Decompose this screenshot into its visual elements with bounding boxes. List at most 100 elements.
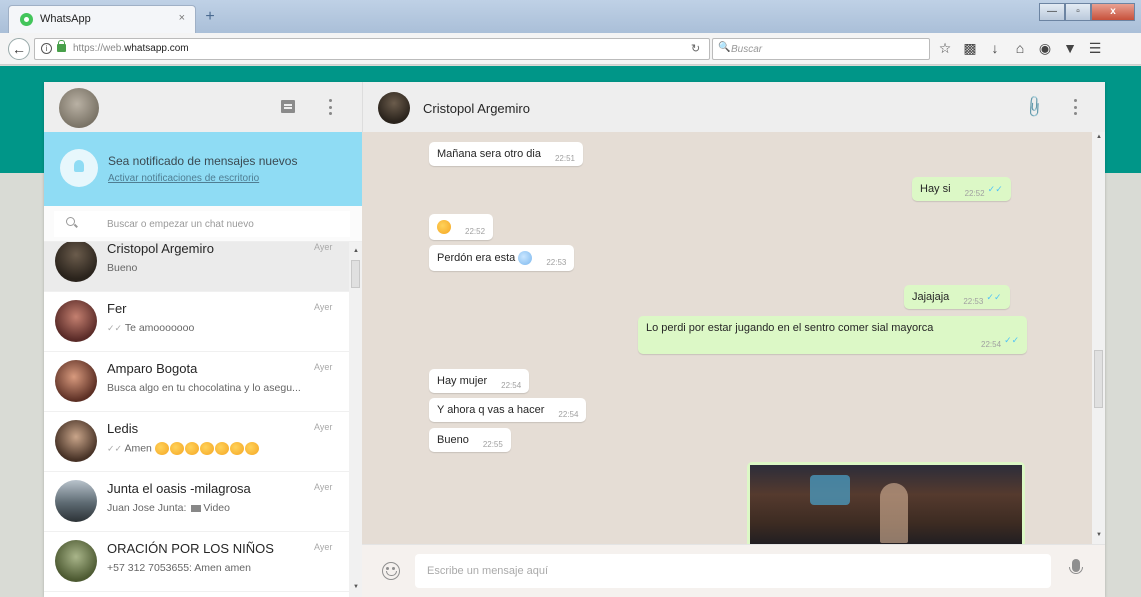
microphone-icon[interactable] <box>1069 559 1083 574</box>
search-icon <box>66 217 75 226</box>
chat-preview: Busca algo en tu chocolatina y lo asegu.… <box>107 382 301 394</box>
new-tab-button[interactable]: + <box>200 9 220 27</box>
message-list: Mañana sera otro dia 22:51 Hay si 22:52 ✓✓… <box>362 132 1092 544</box>
browser-tab-whatsapp[interactable]: WhatsApp × <box>8 5 196 33</box>
chat-item-fer[interactable]: Fer Ayer ✓✓ Te amooooooo <box>44 292 349 352</box>
chat-search-placeholder: Buscar o empezar un chat nuevo <box>107 219 254 230</box>
scroll-down-icon[interactable]: ▼ <box>353 584 359 590</box>
avatar <box>55 480 97 522</box>
tab-close-icon[interactable]: × <box>179 12 185 24</box>
reload-icon[interactable]: ↻ <box>691 42 700 55</box>
download-icon[interactable]: ↓ <box>986 39 1004 57</box>
message-out: Jajajaja 22:53 ✓✓ <box>904 285 1010 309</box>
message-in: Bueno 22:55 <box>429 428 511 452</box>
avatar <box>55 242 97 282</box>
contact-avatar[interactable] <box>378 92 410 124</box>
browser-navbar: ← i https://web.whatsapp.com ↻ 🔍 Buscar … <box>0 33 1141 65</box>
new-chat-icon[interactable] <box>281 100 295 113</box>
sidebar: Sea notificado de mensajes nuevos Activa… <box>44 82 362 597</box>
pocket-icon[interactable]: ◉ <box>1036 39 1054 57</box>
emoji-picker-icon[interactable] <box>382 562 400 580</box>
scream-emoji-icon <box>518 251 533 265</box>
browser-toolbar: ☆ ▩ ↓ ⌂ ◉ ▼ ☰ <box>936 39 1104 57</box>
chat-name: Cristopol Argemiro <box>107 242 214 256</box>
kiss-emoji-icons <box>154 442 259 455</box>
message-in: Perdón era esta 22:53 <box>429 245 575 271</box>
browser-search-box[interactable]: 🔍 Buscar <box>712 38 930 60</box>
chat-list: Cristopol Argemiro Ayer Bueno Fer Ayer ✓… <box>44 242 362 597</box>
chat-preview: +57 312 7053655: Amen amen <box>107 562 251 574</box>
compose-bar <box>362 544 1105 597</box>
hamburger-menu-icon[interactable]: ☰ <box>1086 39 1104 57</box>
chat-item-amparo[interactable]: Amparo Bogota Ayer Busca algo en tu choc… <box>44 352 349 412</box>
double-check-icon: ✓✓ <box>107 443 123 454</box>
chat-time: Ayer <box>314 302 333 312</box>
notification-banner[interactable]: Sea notificado de mensajes nuevos Activa… <box>44 132 362 206</box>
attach-clip-icon[interactable]: 📎 <box>1021 94 1047 120</box>
chat-item-ledis[interactable]: Ledis Ayer ✓✓ Amen <box>44 412 349 472</box>
close-window-button[interactable]: x <box>1091 3 1135 21</box>
chat-list-scrollbar[interactable]: ▲ ▼ <box>349 242 362 597</box>
chat-search-input[interactable]: Buscar o empezar un chat nuevo <box>54 211 350 237</box>
chat-item-junta-oasis[interactable]: Junta el oasis -milagrosa Ayer Juan Jose… <box>44 472 349 532</box>
chat-time: Ayer <box>314 242 333 252</box>
message-input[interactable] <box>415 554 1051 588</box>
chat-preview: Juan Jose Junta: Video <box>107 502 230 514</box>
bell-off-icon <box>60 149 98 187</box>
sidebar-header <box>44 82 362 132</box>
star-icon[interactable]: ☆ <box>936 39 954 57</box>
scrollbar-thumb[interactable] <box>351 260 360 288</box>
minimize-button[interactable]: — <box>1039 3 1065 21</box>
photo-thumbnail[interactable] <box>750 465 1022 544</box>
photo-message[interactable] <box>747 462 1025 544</box>
conversation-pane: Cristopol Argemiro 📎 Mañana sera otro di… <box>362 82 1105 597</box>
avatar <box>55 540 97 582</box>
message-in: Y ahora q vas a hacer 22:54 <box>429 398 587 422</box>
message-in-emoji: 22:52 <box>429 214 494 240</box>
scroll-up-icon[interactable]: ▲ <box>353 248 359 254</box>
browser-search-placeholder: Buscar <box>731 44 763 55</box>
read-receipt-icon: ✓✓ <box>986 292 1002 302</box>
enable-notifications-link[interactable]: Activar notificaciones de escritorio <box>108 173 259 184</box>
contact-name[interactable]: Cristopol Argemiro <box>423 101 530 116</box>
chat-item-oracion[interactable]: ORACIÓN POR LOS NIÑOS Ayer +57 312 70536… <box>44 532 349 592</box>
chat-preview: Bueno <box>107 262 138 274</box>
message-out: Lo perdi por estar jugando en el sentro … <box>638 316 1028 354</box>
read-receipt-icon: ✓✓ <box>987 184 1003 194</box>
scroll-up-icon[interactable]: ▲ <box>1096 134 1102 140</box>
tab-title: WhatsApp <box>40 13 91 25</box>
shield-icon[interactable]: ▼ <box>1061 39 1079 57</box>
info-icon[interactable]: i <box>41 43 52 54</box>
bookmarks-icon[interactable]: ▩ <box>961 39 979 57</box>
my-avatar[interactable] <box>59 88 99 128</box>
chat-preview: ✓✓ Te amooooooo <box>107 322 195 334</box>
scrollbar-thumb[interactable] <box>1094 350 1103 408</box>
sidebar-menu-icon[interactable] <box>329 99 333 115</box>
conversation-menu-icon[interactable] <box>1074 99 1078 115</box>
chat-preview: ✓✓ Amen <box>107 442 339 455</box>
window-controls: — ▫ x <box>1039 3 1135 21</box>
lock-icon[interactable] <box>57 40 66 52</box>
chat-time: Ayer <box>314 482 333 492</box>
message-in: Mañana sera otro dia 22:51 <box>429 142 583 166</box>
address-bar[interactable]: i https://web.whatsapp.com <box>34 38 710 60</box>
conversation-scrollbar[interactable]: ▲ ▼ <box>1092 132 1105 544</box>
avatar <box>55 300 97 342</box>
home-icon[interactable]: ⌂ <box>1011 39 1029 57</box>
video-icon <box>191 504 202 512</box>
chat-name: Fer <box>107 301 127 316</box>
avatar <box>55 420 97 462</box>
read-receipt-icon: ✓✓ <box>1004 335 1020 345</box>
url-text[interactable]: https://web.whatsapp.com <box>73 43 189 54</box>
avatar <box>55 360 97 402</box>
chat-time: Ayer <box>314 542 333 552</box>
chat-item-cristopol[interactable]: Cristopol Argemiro Ayer Bueno <box>44 242 349 292</box>
scroll-down-icon[interactable]: ▼ <box>1096 532 1102 538</box>
message-out: Hay si 22:52 ✓✓ <box>912 177 1011 201</box>
back-button[interactable]: ← <box>8 38 30 60</box>
double-check-icon: ✓✓ <box>107 323 123 333</box>
maximize-button[interactable]: ▫ <box>1065 3 1091 21</box>
chat-search-bar: Buscar o empezar un chat nuevo <box>44 206 362 242</box>
search-engine-icon: 🔍 <box>718 42 731 53</box>
message-in: Hay mujer 22:54 <box>429 369 530 393</box>
